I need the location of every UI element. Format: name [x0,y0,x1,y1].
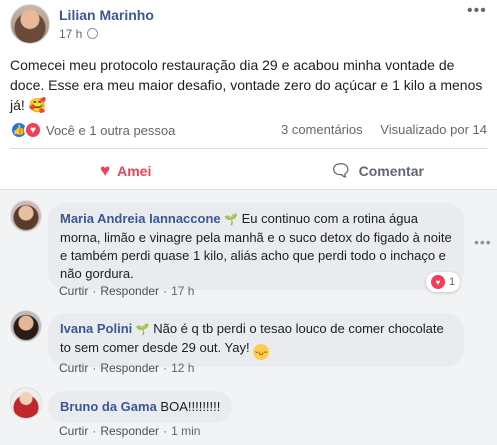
comment-time[interactable]: 12 h [171,361,194,375]
commenter-name[interactable]: Bruno da Gama [60,399,157,414]
reply-link[interactable]: Responder [100,361,159,375]
comments-section: Maria Andreia Iannaccone 🌱 Eu continuo c… [0,189,497,445]
views-count[interactable]: Visualizado por 14 [380,122,487,137]
time-label: 17 h [59,27,83,41]
divider [10,148,487,149]
more-options-button[interactable]: ••• [467,2,487,20]
comment-button-label: Comentar [358,163,424,179]
reaction-names: Você e 1 outra pessoa [46,122,176,138]
comment-bubble: Bruno da Gama BOA!!!!!!!!! [48,391,233,423]
reaction-count: 1 [449,276,456,288]
like-comment-link[interactable]: Curtir [59,424,88,438]
commenter-avatar[interactable] [10,387,42,419]
like-comment-link[interactable]: Curtir [59,361,88,375]
author-name[interactable]: Lilian Marinho [59,7,154,23]
comment-actions: Curtir · Responder · 17 h [59,284,195,298]
love-icon: ♥ [431,275,445,289]
comment-time[interactable]: 17 h [171,284,194,298]
commenter-avatar[interactable] [10,200,42,232]
comment-more-button[interactable]: ••• [474,234,492,250]
comment-reactions[interactable]: ♥ 1 [426,272,461,292]
badge-icon: 🌱 [135,324,150,336]
comment-actions: Curtir · Responder · 1 min [59,424,201,438]
love-button-label: Amei [117,163,152,179]
commenter-name[interactable]: Ivana Polini [60,321,132,336]
like-comment-link[interactable]: Curtir [59,284,88,298]
author-avatar[interactable] [10,4,50,44]
comment-time[interactable]: 1 min [171,424,200,438]
post-time[interactable]: 17 h [59,27,99,41]
reaction-summary[interactable]: 👍 ♥ Você e 1 outra pessoa [10,121,175,139]
post-text: Comecei meu protocolo restauração dia 29… [10,57,483,113]
globe-icon [87,28,99,39]
reply-link[interactable]: Responder [100,424,159,438]
comment-bubble: Maria Andreia Iannaccone 🌱 Eu continuo c… [48,203,464,290]
comment-text: BOA!!!!!!!!! [160,399,221,414]
comment-icon: 🗨 [330,161,352,180]
post-stats: 3 comentários Visualizado por 14 [267,122,487,137]
grin-emoji-icon: ᵕᴗᵕ [253,344,270,360]
heart-icon: ♥ [100,161,111,180]
comment-actions: Curtir · Responder · 12 h [59,361,195,375]
love-icon: ♥ [24,121,42,139]
comment-bubble: Ivana Polini 🌱 Não é q tb perdi o tesao … [48,313,464,367]
comments-count[interactable]: 3 comentários [281,122,363,137]
badge-icon: 🌱 [224,214,238,226]
commenter-name[interactable]: Maria Andreia Iannaccone [60,211,221,226]
divider [0,189,497,190]
comment-button[interactable]: 🗨 Comentar [330,159,424,183]
commenter-avatar[interactable] [10,310,42,342]
reply-link[interactable]: Responder [100,284,159,298]
love-button[interactable]: ♥ Amei [100,159,151,183]
